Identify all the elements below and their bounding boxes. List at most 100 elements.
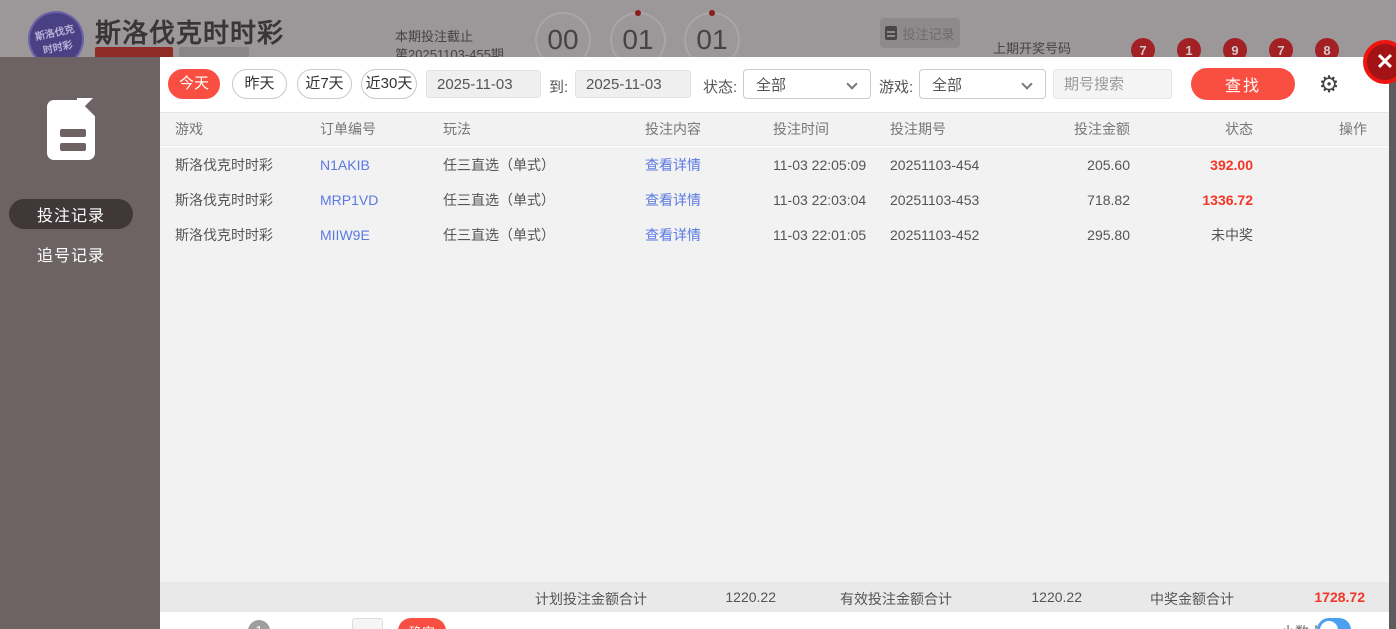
bet-record-button-label: 投注记录 (902, 26, 955, 42)
sidebar-item-bet-records[interactable]: 投注记录 (9, 199, 133, 229)
plan-total-value: 1220.22 (725, 589, 776, 605)
deadline-label: 本期投注截止 (395, 29, 474, 44)
cell-play: 任三直选（单式） (443, 226, 555, 243)
header-tag-button-red[interactable] (95, 47, 173, 57)
cell-period: 20251103-453 (890, 191, 980, 208)
cell-period: 20251103-454 (890, 156, 980, 173)
game-select[interactable]: 全部 (919, 69, 1046, 99)
cell-game: 斯洛伐克时时彩 (175, 226, 273, 243)
view-details-link[interactable]: 查看详情 (645, 155, 773, 175)
col-order-no: 订单编号 (320, 121, 376, 137)
last-page-button[interactable]: » (318, 622, 327, 629)
filter-bar: 今天 昨天 近7天 近30天 到: 状态: 全部 游戏: 全部 查找 ⚙ (160, 57, 1389, 111)
overlay-edge (1389, 57, 1396, 629)
sidebar-item-label: 追号记录 (36, 248, 105, 265)
col-play: 玩法 (443, 121, 471, 137)
draw-number-ball: 8 (1315, 38, 1339, 57)
prev-page-button[interactable]: ‹ (220, 622, 226, 629)
draw-number-ball: 9 (1223, 38, 1247, 57)
view-details-link[interactable]: 查看详情 (645, 225, 773, 245)
chevron-down-icon (1021, 78, 1033, 90)
valid-total-label: 有效投注金额合计 (840, 591, 952, 607)
draw-number-ball: 7 (1269, 38, 1293, 57)
game-select-value: 全部 (932, 76, 963, 94)
countdown-minutes: 01 (610, 12, 666, 57)
table-row: 斯洛伐克时时彩 MIIW9E 任三直选（单式） 查看详情 11-03 22:01… (160, 217, 1389, 252)
order-no-link[interactable]: MIIW9E (320, 227, 443, 243)
lottery-logo: 斯洛伐克 时时彩 (22, 5, 90, 57)
records-icon-line (60, 129, 86, 137)
sidebar-item-label: 投注记录 (36, 208, 105, 225)
status-select[interactable]: 全部 (743, 69, 871, 99)
countdown-seconds: 01 (684, 12, 740, 57)
sidebar-item-chase-records[interactable]: 追号记录 (9, 239, 133, 269)
cell-play: 任三直选（单式） (443, 156, 555, 173)
current-page-button[interactable]: 1 (248, 620, 270, 629)
header-tag-button-gray[interactable] (179, 47, 249, 57)
order-no-link[interactable]: MRP1VD (320, 192, 443, 208)
cell-amount: 205.60 (1087, 156, 1130, 173)
page-header-underlay: 斯洛伐克 时时彩 斯洛伐克时时彩 本期投注截止 第20251103-455期 0… (0, 0, 1396, 57)
gear-icon[interactable]: ⚙ (1315, 70, 1343, 98)
first-page-button[interactable]: « (185, 622, 194, 629)
cell-status: 未中奖 (1211, 226, 1253, 243)
chevron-down-icon (846, 78, 858, 90)
bet-records-modal: 今天 昨天 近7天 近30天 到: 状态: 全部 游戏: 全部 查找 ⚙ 游戏 … (160, 57, 1389, 629)
date-from-input[interactable] (426, 70, 541, 98)
filter-last7days-button[interactable]: 近7天 (297, 69, 352, 99)
col-content: 投注内容 (645, 121, 701, 137)
period-search-input[interactable] (1053, 69, 1172, 99)
document-icon (885, 26, 898, 40)
table-header: 游戏 订单编号 玩法 投注内容 投注时间 投注期号 投注金额 状态 操作 (160, 112, 1389, 146)
page-title: 斯洛伐克时时彩 (95, 18, 285, 48)
next-page-button[interactable]: › (290, 622, 296, 629)
last-draw-label: 上期开奖号码 (993, 41, 1072, 56)
page-jump-button[interactable]: 确定 (398, 618, 446, 629)
totals-bar: 计划投注金额合计 1220.22 有效投注金额合计 1220.22 中奖金额合计… (160, 582, 1389, 612)
order-no-link[interactable]: N1AKIB (320, 157, 443, 173)
cell-amount: 718.82 (1087, 191, 1130, 208)
countdown-dot (709, 10, 715, 16)
countdown-hours: 00 (535, 12, 591, 57)
status-filter-label: 状态: (703, 79, 738, 96)
cell-play: 任三直选（单式） (443, 191, 555, 208)
page-jump-input[interactable] (352, 618, 383, 629)
win-total-value: 1728.72 (1314, 589, 1365, 605)
records-icon-fold (77, 98, 93, 114)
status-select-value: 全部 (756, 76, 787, 94)
bet-record-button[interactable]: 投注记录 (880, 18, 960, 48)
filter-today-button[interactable]: 今天 (168, 69, 220, 99)
col-action: 操作 (1339, 121, 1367, 137)
valid-total-value: 1220.22 (1031, 589, 1082, 605)
col-amount: 投注金额 (1074, 121, 1130, 137)
col-time: 投注时间 (773, 121, 829, 137)
records-sidebar: 投注记录 追号记录 (0, 57, 160, 629)
cell-amount: 295.80 (1087, 226, 1130, 243)
filter-yesterday-button[interactable]: 昨天 (232, 69, 287, 99)
view-details-link[interactable]: 查看详情 (645, 190, 773, 210)
table-body: 斯洛伐克时时彩 N1AKIB 任三直选（单式） 查看详情 11-03 22:05… (160, 147, 1389, 582)
countdown-dot (635, 10, 641, 16)
draw-number-ball: 7 (1131, 38, 1155, 57)
decimal-toggle[interactable] (1317, 618, 1351, 629)
pagination: « ‹ 1 › » 确定 小数点 (160, 612, 1389, 629)
cell-game: 斯洛伐克时时彩 (175, 156, 273, 173)
plan-total-label: 计划投注金额合计 (535, 591, 647, 607)
records-icon-line (60, 143, 86, 151)
table-row: 斯洛伐克时时彩 MRP1VD 任三直选（单式） 查看详情 11-03 22:03… (160, 182, 1389, 217)
cell-game: 斯洛伐克时时彩 (175, 191, 273, 208)
cell-time: 11-03 22:05:09 (773, 156, 867, 173)
draw-number-ball: 1 (1177, 38, 1201, 57)
col-game: 游戏 (175, 121, 203, 137)
cell-time: 11-03 22:03:04 (773, 191, 867, 208)
table-row: 斯洛伐克时时彩 N1AKIB 任三直选（单式） 查看详情 11-03 22:05… (160, 147, 1389, 182)
win-total-label: 中奖金额合计 (1150, 591, 1234, 607)
game-filter-label: 游戏: (879, 79, 914, 96)
current-period-number: 第20251103-455期 (395, 47, 504, 57)
cell-status: 392.00 (1210, 156, 1253, 173)
filter-last30days-button[interactable]: 近30天 (361, 69, 417, 99)
search-button[interactable]: 查找 (1191, 68, 1295, 100)
cell-status: 1336.72 (1202, 191, 1253, 208)
cell-time: 11-03 22:01:05 (773, 226, 867, 243)
date-to-input[interactable] (575, 70, 691, 98)
